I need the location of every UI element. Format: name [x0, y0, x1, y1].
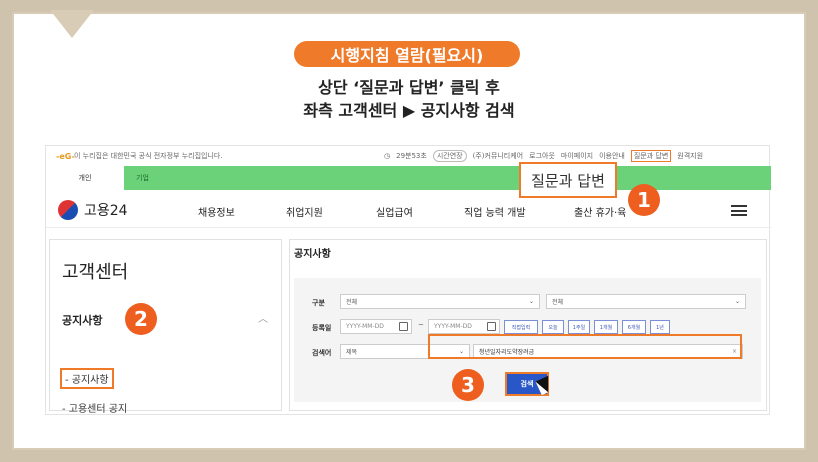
- tab-company[interactable]: 기업: [136, 166, 149, 190]
- nav-jobs[interactable]: 채용정보: [198, 204, 235, 219]
- category-select-2[interactable]: 전체 ⌄: [546, 294, 746, 309]
- calendar-icon: [487, 322, 496, 331]
- chevron-up-icon[interactable]: ︿: [258, 310, 268, 325]
- utility-bar: -eG- 이 누리집은 대한민국 공식 전자정부 누리집입니다. ◷ 29분53…: [46, 146, 771, 166]
- main-nav: 고용24 채용정보 취업지원 실업급여 직업 능력 개발 출산 휴가·육: [46, 192, 771, 228]
- egov-logo: -eG-: [56, 151, 75, 161]
- chevron-down-icon: ⌄: [528, 298, 534, 305]
- sidebar-section-notices[interactable]: 공지사항: [62, 312, 102, 328]
- period-chip-today[interactable]: 오늘: [542, 320, 564, 334]
- instruction-line-2: 좌측 고객센터 ▶ 공지사항 검색: [303, 101, 515, 120]
- step-badge-2: 2: [125, 303, 157, 335]
- period-chip-1week[interactable]: 1주일: [568, 320, 590, 334]
- nav-parental-leave[interactable]: 출산 휴가·육: [574, 204, 626, 219]
- sidebar-item-notices[interactable]: - 공지사항: [60, 368, 114, 389]
- extend-session-button[interactable]: 시간연장: [432, 150, 467, 162]
- logout-link[interactable]: 로그아웃: [529, 151, 555, 161]
- step-badge-3: 3: [452, 369, 484, 401]
- brand-logo[interactable]: 고용24: [58, 200, 128, 220]
- nav-unemployment-benefit[interactable]: 실업급여: [376, 204, 413, 219]
- tab-personal[interactable]: 개인: [46, 166, 124, 190]
- remote-support-link[interactable]: 원격지원: [677, 151, 703, 161]
- chevron-down-icon: ⌄: [734, 298, 740, 305]
- date-separator: ~: [418, 321, 424, 329]
- guide-link[interactable]: 이용안내: [599, 151, 625, 161]
- sidebar-title: 고객센터: [62, 262, 129, 283]
- date-label: 등록일: [312, 324, 332, 332]
- period-chip-1year[interactable]: 1년: [650, 320, 670, 334]
- step-badge-1: 1: [628, 184, 660, 216]
- clock-icon: ◷: [384, 152, 391, 160]
- util-link-org[interactable]: (주)커뮤니티케어: [473, 151, 524, 161]
- panel-title: 공지사항: [294, 249, 331, 260]
- mypage-link[interactable]: 마이페이지: [561, 151, 593, 161]
- instruction-line-1: 상단 ‘질문과 답변’ 클릭 후: [318, 78, 500, 97]
- category-select-1[interactable]: 전체 ⌄: [340, 294, 540, 309]
- nav-vocational-training[interactable]: 직업 능력 개발: [464, 204, 526, 219]
- sidebar: 고객센터 공지사항 ︿ - 공지사항 - 고용센터 공지: [49, 239, 282, 415]
- date-from-input[interactable]: YYYY-MM-DD: [340, 319, 412, 334]
- brand-name: 고용24: [84, 203, 128, 219]
- session-timer: 29분53초: [396, 152, 427, 160]
- date-to-input[interactable]: YYYY-MM-DD: [428, 319, 500, 334]
- menu-icon[interactable]: [731, 205, 747, 216]
- period-chip-1month[interactable]: 1개월: [594, 320, 618, 334]
- keyword-highlight: [428, 334, 742, 359]
- gov-notice: 이 누리집은 대한민국 공식 전자정부 누리집입니다.: [74, 152, 223, 160]
- search-label: 검색어: [312, 349, 332, 357]
- calendar-icon: [399, 322, 408, 331]
- qa-link[interactable]: 질문과 답변: [630, 150, 672, 162]
- nav-employment-support[interactable]: 취업지원: [286, 204, 323, 219]
- korea-emblem-icon: [58, 200, 78, 220]
- period-chip-6months[interactable]: 6개월: [622, 320, 646, 334]
- period-chip-custom[interactable]: 직접입력: [504, 320, 538, 334]
- sidebar-item-center-notices[interactable]: - 고용센터 공지: [62, 400, 127, 415]
- website-screenshot: -eG- 이 누리집은 대한민국 공식 전자정부 누리집입니다. ◷ 29분53…: [45, 145, 771, 415]
- category-label: 구분: [312, 299, 325, 307]
- audience-tab-bar: [46, 166, 771, 190]
- step-title-pill: 시행지침 열람(필요시): [294, 41, 520, 67]
- corner-decoration: [50, 10, 94, 38]
